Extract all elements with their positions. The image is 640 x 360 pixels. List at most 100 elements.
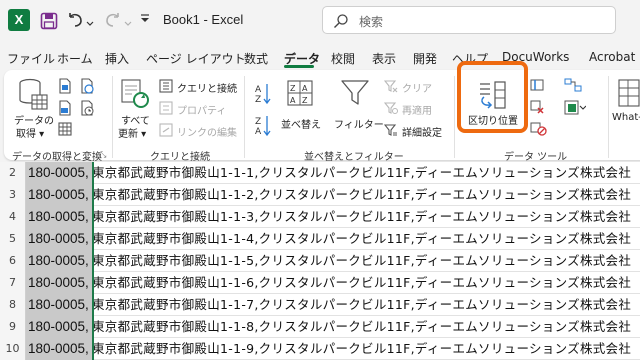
sort-ascending-icon[interactable]: AZ <box>254 82 272 109</box>
worksheet-grid[interactable]: 2 180-0005, 東京都武蔵野市御殿山1-1-1,クリスタルパークビル11… <box>0 162 640 360</box>
tab-file[interactable]: ファイル <box>7 50 55 67</box>
svg-text:A: A <box>302 84 308 93</box>
table-row: 7 180-0005, 東京都武蔵野市御殿山1-1-6,クリスタルパークビル11… <box>0 272 640 294</box>
cell-column-a[interactable]: 180-0005, <box>26 184 92 206</box>
group-label-queries: クエリと接続 <box>150 152 210 163</box>
highlight-box <box>457 61 528 133</box>
row-header[interactable]: 4 <box>0 206 26 228</box>
cell-column-b[interactable]: 東京都武蔵野市御殿山1-1-9,クリスタルパークビル11F,ディーエムソリューシ… <box>92 338 640 360</box>
tab-page-layout[interactable]: ページ レイアウト <box>146 50 246 67</box>
consolidate-icon[interactable] <box>564 100 587 119</box>
ribbon: データの 取得 ▾ データの取得と変換 ⤡ すべて 更新 ▾ クエリと接続 プロ… <box>0 68 640 163</box>
svg-text:A: A <box>290 96 296 105</box>
tab-formulas[interactable]: 数式 <box>244 50 268 67</box>
row-header[interactable]: 5 <box>0 228 26 250</box>
database-icon <box>18 78 48 115</box>
relationships-icon[interactable] <box>564 78 582 95</box>
tab-acrobat[interactable]: Acrobat <box>589 50 635 64</box>
row-header[interactable]: 9 <box>0 316 26 338</box>
clear-filter-icon <box>383 79 398 96</box>
data-validation-icon[interactable] <box>530 122 548 139</box>
from-web-icon[interactable] <box>80 78 94 97</box>
table-row: 6 180-0005, 東京都武蔵野市御殿山1-1-5,クリスタルパークビル11… <box>0 250 640 272</box>
document-title: Book1 - Excel <box>163 12 244 27</box>
ribbon-tabs: ファイル ホーム 挿入 ページ レイアウト 数式 データ 校閲 表示 開発 ヘル… <box>0 40 640 68</box>
reapply-label: 再適用 <box>402 106 432 117</box>
group-separator <box>454 76 455 158</box>
column-split-line[interactable] <box>92 162 94 360</box>
cell-column-b[interactable]: 東京都武蔵野市御殿山1-1-4,クリスタルパークビル11F,ディーエムソリューシ… <box>92 228 640 250</box>
queries-connections-label: クエリと接続 <box>177 84 237 95</box>
table-row: 8 180-0005, 東京都武蔵野市御殿山1-1-7,クリスタルパークビル11… <box>0 294 640 316</box>
group-separator <box>244 76 245 158</box>
row-header[interactable]: 6 <box>0 250 26 272</box>
cell-column-b[interactable]: 東京都武蔵野市御殿山1-1-6,クリスタルパークビル11F,ディーエムソリューシ… <box>92 272 640 294</box>
row-header[interactable]: 7 <box>0 272 26 294</box>
from-text-csv-icon[interactable] <box>58 78 72 97</box>
existing-connections-icon[interactable] <box>58 122 72 139</box>
cell-column-a[interactable]: 180-0005, <box>26 206 92 228</box>
properties-label: プロパティ <box>177 106 227 117</box>
row-header[interactable]: 8 <box>0 294 26 316</box>
svg-text:Z: Z <box>255 95 261 105</box>
search-icon <box>333 13 349 32</box>
remove-duplicates-icon[interactable] <box>530 100 544 117</box>
title-bar: X Book1 - Excel 検索 <box>0 0 640 40</box>
table-row: 10 180-0005, 東京都武蔵野市御殿山1-1-9,クリスタルパークビル1… <box>0 338 640 360</box>
group-label-data-tools: データ ツール <box>504 152 568 163</box>
get-data-label-2: 取得 ▾ <box>16 129 45 140</box>
row-header[interactable]: 10 <box>0 338 26 360</box>
group-label-get-transform: データの取得と変換 <box>12 152 102 163</box>
cell-column-a[interactable]: 180-0005, <box>26 228 92 250</box>
cell-column-b[interactable]: 東京都武蔵野市御殿山1-1-1,クリスタルパークビル11F,ディーエムソリューシ… <box>92 162 640 184</box>
tab-review[interactable]: 校閲 <box>331 50 355 67</box>
group-separator <box>112 76 113 158</box>
table-row: 9 180-0005, 東京都武蔵野市御殿山1-1-8,クリスタルパークビル11… <box>0 316 640 338</box>
cell-column-a[interactable]: 180-0005, <box>26 272 92 294</box>
cell-column-a[interactable]: 180-0005, <box>26 250 92 272</box>
cell-column-b[interactable]: 東京都武蔵野市御殿山1-1-3,クリスタルパークビル11F,ディーエムソリューシ… <box>92 206 640 228</box>
table-row: 5 180-0005, 東京都武蔵野市御殿山1-1-4,クリスタルパークビル11… <box>0 228 640 250</box>
cell-column-a[interactable]: 180-0005, <box>26 338 92 360</box>
recent-sources-icon[interactable] <box>80 100 94 119</box>
filter-label: フィルター <box>334 120 384 131</box>
cell-column-b[interactable]: 東京都武蔵野市御殿山1-1-8,クリスタルパークビル11F,ディーエムソリューシ… <box>92 316 640 338</box>
group-separator <box>608 76 609 158</box>
row-header[interactable]: 2 <box>0 162 26 184</box>
excel-logo-icon: X <box>8 9 30 31</box>
svg-text:A: A <box>255 127 262 137</box>
cell-column-a[interactable]: 180-0005, <box>26 316 92 338</box>
customize-qat-icon[interactable] <box>140 13 150 28</box>
row-header[interactable]: 3 <box>0 184 26 206</box>
refresh-icon <box>120 78 150 113</box>
redo-dropdown-icon <box>124 16 132 30</box>
cell-column-a[interactable]: 180-0005, <box>26 162 92 184</box>
flash-fill-icon[interactable] <box>530 78 544 95</box>
table-row: 2 180-0005, 東京都武蔵野市御殿山1-1-1,クリスタルパークビル11… <box>0 162 640 184</box>
sort-label: 並べ替え <box>281 120 321 131</box>
svg-text:Z: Z <box>302 96 308 105</box>
tab-insert[interactable]: 挿入 <box>105 50 129 67</box>
search-box[interactable]: 検索 <box>322 6 616 34</box>
cell-column-b[interactable]: 東京都武蔵野市御殿山1-1-2,クリスタルパークビル11F,ディーエムソリューシ… <box>92 184 640 206</box>
from-table-icon[interactable] <box>58 100 72 119</box>
save-icon[interactable] <box>40 12 58 33</box>
undo-icon[interactable] <box>66 11 84 32</box>
tab-home[interactable]: ホーム <box>57 50 93 67</box>
edit-links-icon <box>159 123 173 140</box>
undo-dropdown-icon[interactable] <box>86 16 94 30</box>
dialog-launcher-icon[interactable]: ⤡ <box>100 150 106 160</box>
properties-icon <box>159 101 173 118</box>
cell-column-a[interactable]: 180-0005, <box>26 294 92 316</box>
svg-text:Z: Z <box>290 84 296 93</box>
group-label-sort-filter: 並べ替えとフィルター <box>304 152 404 163</box>
what-if-label: What-If <box>612 112 640 123</box>
cell-column-b[interactable]: 東京都武蔵野市御殿山1-1-7,クリスタルパークビル11F,ディーエムソリューシ… <box>92 294 640 316</box>
cell-column-b[interactable]: 東京都武蔵野市御殿山1-1-5,クリスタルパークビル11F,ディーエムソリューシ… <box>92 250 640 272</box>
tab-view[interactable]: 表示 <box>372 50 396 67</box>
tab-developer[interactable]: 開発 <box>413 50 437 67</box>
sort-dialog-icon: ZAAZ <box>287 80 313 109</box>
search-placeholder: 検索 <box>359 15 384 29</box>
sort-descending-icon[interactable]: ZA <box>254 114 272 141</box>
what-if-icon <box>618 78 640 111</box>
